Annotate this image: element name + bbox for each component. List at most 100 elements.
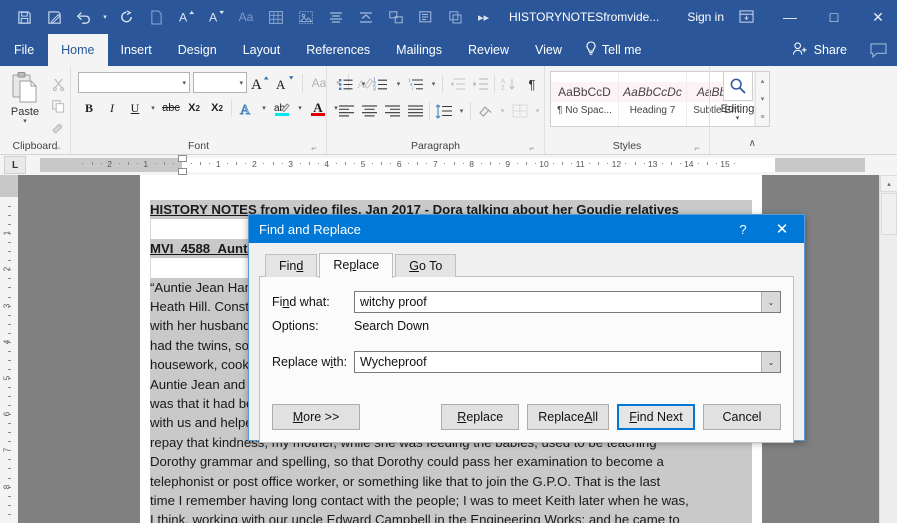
styles-dialog-launcher[interactable]: ⌐ <box>692 143 702 153</box>
line-spacing-icon[interactable] <box>433 100 455 122</box>
scrollbar-thumb[interactable] <box>881 193 897 235</box>
undo-icon[interactable] <box>70 4 98 30</box>
dialog-title-bar[interactable]: Find and Replace ? ✕ <box>249 215 804 243</box>
redo-icon[interactable] <box>112 4 140 30</box>
save-icon[interactable] <box>10 4 38 30</box>
style-item-no-spacing[interactable]: AaBbCcD ¶ No Spac... <box>551 72 619 126</box>
tab-stop-selector[interactable]: L <box>4 156 26 174</box>
align-left-icon[interactable] <box>335 100 357 122</box>
shading-caret-icon[interactable]: ▾ <box>497 100 508 122</box>
replace-all-button[interactable]: Replace All <box>527 404 609 430</box>
tab-home[interactable]: Home <box>48 34 108 66</box>
tab-mailings[interactable]: Mailings <box>383 34 455 66</box>
borders-caret-icon[interactable]: ▾ <box>532 100 543 122</box>
paste-caret-icon[interactable]: ▾ <box>23 118 27 126</box>
numbering-caret-icon[interactable]: ▾ <box>393 73 404 95</box>
tell-me-box[interactable]: Tell me <box>575 34 652 66</box>
justify-icon[interactable] <box>404 100 426 122</box>
more-button[interactable]: More >> <box>272 404 360 430</box>
superscript-button[interactable]: X2 <box>206 97 228 119</box>
find-what-dropdown-icon[interactable]: ⌄ <box>761 292 780 312</box>
close-icon[interactable]: ✕ <box>760 220 804 238</box>
help-button[interactable]: ? <box>726 222 760 237</box>
replace-with-combo[interactable]: ⌄ <box>354 351 781 373</box>
line-spacing-caret-icon[interactable]: ▾ <box>456 100 467 122</box>
ruler-track[interactable]: 2 1 1 2 3 4 5 6 7 8 9 10 11 12 13 14 15 <box>40 155 865 175</box>
chevron-down-icon[interactable]: ▾ <box>182 79 186 87</box>
multilevel-caret-icon[interactable]: ▾ <box>428 73 439 95</box>
underline-button[interactable]: U <box>124 97 146 119</box>
numbering-icon[interactable]: 123 <box>370 73 392 95</box>
minimize-button[interactable]: — <box>768 0 812 34</box>
editing-caret-icon[interactable]: ▾ <box>736 115 740 123</box>
picture-icon[interactable] <box>292 4 320 30</box>
customize-quick-access-icon[interactable]: ▸▸ <box>472 11 495 24</box>
dialog-tab-go-to[interactable]: Go To <box>395 254 457 277</box>
table-icon[interactable] <box>262 4 290 30</box>
collapse-ribbon-icon[interactable]: ∧ <box>749 136 756 152</box>
sort-icon[interactable]: AZ <box>498 73 520 95</box>
left-indent-marker[interactable] <box>178 168 187 175</box>
sign-in-link[interactable]: Sign in <box>687 10 724 24</box>
tab-view[interactable]: View <box>522 34 575 66</box>
paste-button[interactable]: Paste ▾ <box>5 71 45 138</box>
tab-file[interactable]: File <box>0 34 48 66</box>
shrink-font-icon[interactable]: A <box>202 4 230 30</box>
find-next-button[interactable]: Find Next <box>617 404 695 430</box>
bullets-caret-icon[interactable]: ▾ <box>358 73 369 95</box>
replace-button[interactable]: Replace <box>441 404 520 430</box>
document-line[interactable]: telephonist or post office worker, or so… <box>150 471 752 492</box>
font-name-combo[interactable]: ▾ <box>78 72 190 93</box>
paragraph-dialog-launcher[interactable]: ⌐ <box>527 143 537 153</box>
subscript-button[interactable]: X2 <box>183 97 205 119</box>
vertical-scrollbar[interactable]: ▴ <box>879 175 897 523</box>
bold-button[interactable]: B <box>78 97 100 119</box>
increase-indent-icon[interactable] <box>469 73 491 95</box>
text-wrap-icon[interactable] <box>352 4 380 30</box>
copy-icon[interactable] <box>47 96 69 116</box>
dialog-tab-replace[interactable]: Replace <box>319 253 394 278</box>
clipboard-dialog-launcher[interactable]: ⌐ <box>53 143 63 153</box>
text-box-icon[interactable] <box>412 4 440 30</box>
multilevel-list-icon[interactable]: 1ai <box>405 73 427 95</box>
bullets-icon[interactable] <box>335 73 357 95</box>
tab-review[interactable]: Review <box>455 34 522 66</box>
dialog-tab-find[interactable]: Find <box>265 254 318 277</box>
maximize-button[interactable]: □ <box>812 0 856 34</box>
tab-references[interactable]: References <box>293 34 383 66</box>
comments-icon[interactable] <box>859 34 897 66</box>
find-what-input[interactable] <box>355 292 761 312</box>
document-line[interactable]: time I remember having long contact with… <box>150 491 752 511</box>
scroll-up-icon[interactable]: ▴ <box>880 175 897 192</box>
show-formatting-marks-icon[interactable]: ¶ <box>521 73 543 95</box>
tab-layout[interactable]: Layout <box>230 34 294 66</box>
font-size-combo[interactable]: ▾ <box>193 72 247 93</box>
new-document-icon[interactable] <box>142 4 170 30</box>
document-line[interactable]: Dorothy grammar and spelling, so that Do… <box>150 452 752 472</box>
style-item-heading-7[interactable]: AaBbCcDc Heading 7 <box>619 72 687 126</box>
find-and-replace-dialog[interactable]: Find and Replace ? ✕ Find Replace Go To … <box>248 214 805 443</box>
replace-with-dropdown-icon[interactable]: ⌄ <box>761 352 780 372</box>
decrease-indent-icon[interactable] <box>446 73 468 95</box>
document-line[interactable]: I think, working with our uncle Edward C… <box>150 510 752 523</box>
highlight-caret-icon[interactable]: ▾ <box>294 97 306 119</box>
editing-button[interactable]: Editing ▾ <box>715 69 760 123</box>
text-effects-caret-icon[interactable]: ▾ <box>258 97 270 119</box>
format-painter-icon[interactable] <box>47 118 69 138</box>
font-dialog-launcher[interactable]: ⌐ <box>309 143 319 153</box>
grow-font-icon[interactable]: A <box>172 4 200 30</box>
tab-design[interactable]: Design <box>165 34 230 66</box>
italic-button[interactable]: I <box>101 97 123 119</box>
align-center-icon[interactable] <box>322 4 350 30</box>
align-center-icon[interactable] <box>358 100 380 122</box>
horizontal-ruler[interactable]: L 2 1 1 2 3 4 5 6 7 8 9 10 11 12 13 14 15 <box>0 155 897 175</box>
replace-with-input[interactable] <box>355 352 761 372</box>
cancel-button[interactable]: Cancel <box>703 404 781 430</box>
ribbon-display-options-icon[interactable] <box>724 0 768 34</box>
undo-dropdown-icon[interactable]: ▾ <box>100 4 110 30</box>
shrink-font-icon[interactable]: A <box>275 72 297 93</box>
chevron-down-icon[interactable]: ▾ <box>239 79 243 87</box>
vertical-ruler[interactable]: 12345678 <box>0 175 18 523</box>
highlight-color-icon[interactable]: ab <box>271 97 293 119</box>
strikethrough-button[interactable]: abc <box>160 97 182 119</box>
